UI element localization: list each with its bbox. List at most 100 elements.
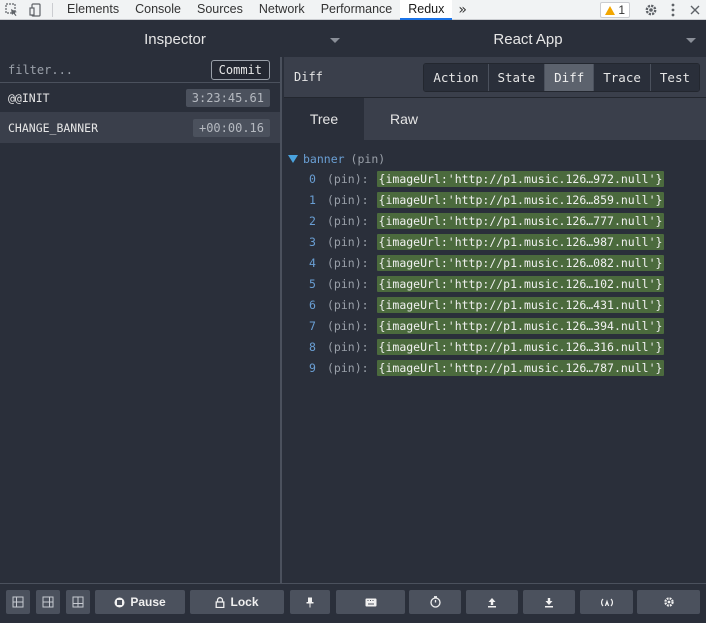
export-button[interactable] (523, 590, 575, 614)
device-toolbar-icon[interactable] (24, 0, 48, 20)
tree-row[interactable]: 1 (pin): {imageUrl:'http://p1.music.126…… (288, 189, 706, 210)
slider-button[interactable] (409, 590, 461, 614)
filter-row: Commit (0, 57, 280, 83)
tree-index: 3 (309, 234, 316, 249)
dispatcher-button[interactable] (336, 590, 405, 614)
tree-index: 0 (309, 171, 316, 186)
timer-icon (429, 596, 441, 608)
remote-button[interactable] (580, 590, 633, 614)
diff-added-value: {imageUrl:'http://p1.music.126…787.null'… (376, 359, 665, 376)
diff-added-value: {imageUrl:'http://p1.music.126…431.null'… (376, 296, 665, 313)
tree-row[interactable]: 8 (pin): {imageUrl:'http://p1.music.126…… (288, 336, 706, 357)
diff-added-value: {imageUrl:'http://p1.music.126…972.null'… (376, 170, 665, 187)
tree-index: 6 (309, 297, 316, 312)
tree-pin-note: (pin): (327, 276, 369, 291)
bottom-toolbar: Pause Lock (0, 583, 706, 623)
layout-right-icon[interactable] (36, 590, 60, 614)
tab-state[interactable]: State (487, 63, 545, 91)
preview-title: Diff (294, 70, 323, 84)
monitor-select[interactable]: Inspector (0, 21, 350, 57)
tree-pin-note: (pin): (327, 297, 369, 312)
view-tabs: Tree Raw (284, 98, 706, 140)
diff-added-value: {imageUrl:'http://p1.music.126…859.null'… (376, 191, 665, 208)
monitor-select-label: Inspector (144, 30, 206, 48)
pin-icon (305, 597, 315, 608)
warning-icon (605, 5, 616, 15)
tab-raw[interactable]: Raw (364, 98, 444, 140)
import-button[interactable] (466, 590, 518, 614)
tree-pin-note: (pin): (327, 171, 369, 186)
pin-button[interactable] (290, 590, 330, 614)
toolbar-divider (52, 2, 53, 17)
tab-sources[interactable]: Sources (189, 0, 251, 20)
gear-icon (663, 596, 675, 608)
inspect-element-icon[interactable] (0, 0, 24, 20)
layout-left-icon[interactable] (6, 590, 30, 614)
tree-row[interactable]: 2 (pin): {imageUrl:'http://p1.music.126…… (288, 210, 706, 231)
tree-row[interactable]: 4 (pin): {imageUrl:'http://p1.music.126…… (288, 252, 706, 273)
action-item[interactable]: @@INIT 3:23:45.61 (0, 83, 280, 113)
action-item-selected[interactable]: CHANGE_BANNER +00:00.16 (0, 113, 280, 143)
pause-icon (114, 597, 125, 608)
tree-row[interactable]: 0 (pin): {imageUrl:'http://p1.music.126…… (288, 168, 706, 189)
tab-redux[interactable]: Redux (400, 0, 453, 20)
tree-node-banner[interactable]: banner (pin) (288, 150, 706, 168)
tree-index: 9 (309, 360, 316, 375)
diff-added-value: {imageUrl:'http://p1.music.126…082.null'… (376, 254, 665, 271)
tree-pin-note: (pin): (327, 318, 369, 333)
tab-trace[interactable]: Trace (593, 63, 650, 91)
chevron-down-icon (686, 38, 696, 43)
pause-button[interactable]: Pause (95, 590, 185, 614)
broadcast-icon (600, 597, 614, 608)
expand-triangle-icon[interactable] (288, 155, 298, 163)
tab-console[interactable]: Console (127, 0, 189, 20)
chevron-down-icon (330, 38, 340, 43)
tree-index: 4 (309, 255, 316, 270)
lock-button[interactable]: Lock (190, 590, 284, 614)
layout-bottom-icon[interactable] (66, 590, 90, 614)
diff-tree: banner (pin) 0 (pin): {imageUrl:'http://… (284, 140, 706, 378)
redux-header: Inspector React App (0, 21, 706, 57)
tree-pin-note: (pin) (350, 152, 386, 166)
diff-added-value: {imageUrl:'http://p1.music.126…777.null'… (376, 212, 665, 229)
keyboard-icon (365, 598, 377, 607)
app-select[interactable]: React App (350, 21, 706, 57)
commit-button[interactable]: Commit (210, 59, 270, 80)
more-options-icon[interactable] (662, 0, 684, 20)
tab-elements[interactable]: Elements (59, 0, 127, 20)
diff-added-value: {imageUrl:'http://p1.music.126…394.null'… (376, 317, 665, 334)
tree-pin-note: (pin): (327, 255, 369, 270)
tab-performance[interactable]: Performance (313, 0, 401, 20)
settings-button[interactable] (637, 590, 700, 614)
tab-action[interactable]: Action (424, 63, 488, 91)
warnings-badge[interactable]: 1 (600, 2, 630, 18)
tree-index: 1 (309, 192, 316, 207)
tree-row[interactable]: 9 (pin): {imageUrl:'http://p1.music.126…… (288, 357, 706, 378)
download-icon (544, 597, 554, 608)
preview-header: Diff Action State Diff Trace Test (284, 57, 706, 98)
tree-index: 2 (309, 213, 316, 228)
action-preview-panel: Diff Action State Diff Trace Test Tree R… (284, 57, 706, 583)
diff-added-value: {imageUrl:'http://p1.music.126…987.null'… (376, 233, 665, 250)
tab-tree[interactable]: Tree (284, 98, 364, 140)
tree-pin-note: (pin): (327, 234, 369, 249)
settings-gear-icon[interactable] (640, 0, 662, 20)
tree-row[interactable]: 5 (pin): {imageUrl:'http://p1.music.126…… (288, 273, 706, 294)
warning-count: 1 (618, 3, 625, 17)
tab-diff[interactable]: Diff (544, 63, 594, 91)
more-tabs-button[interactable]: » (452, 2, 473, 18)
tree-index: 7 (309, 318, 316, 333)
devtools-toolbar: Elements Console Sources Network Perform… (0, 0, 706, 20)
tree-row[interactable]: 6 (pin): {imageUrl:'http://p1.music.126…… (288, 294, 706, 315)
tree-pin-note: (pin): (327, 360, 369, 375)
tree-index: 8 (309, 339, 316, 354)
tree-index: 5 (309, 276, 316, 291)
filter-input[interactable] (8, 62, 211, 77)
close-icon[interactable] (684, 0, 706, 20)
tree-row[interactable]: 3 (pin): {imageUrl:'http://p1.music.126…… (288, 231, 706, 252)
tree-pin-note: (pin): (327, 192, 369, 207)
tree-row[interactable]: 7 (pin): {imageUrl:'http://p1.music.126…… (288, 315, 706, 336)
action-timestamp: 3:23:45.61 (185, 88, 270, 107)
tab-test[interactable]: Test (649, 63, 699, 91)
tab-network[interactable]: Network (251, 0, 313, 20)
